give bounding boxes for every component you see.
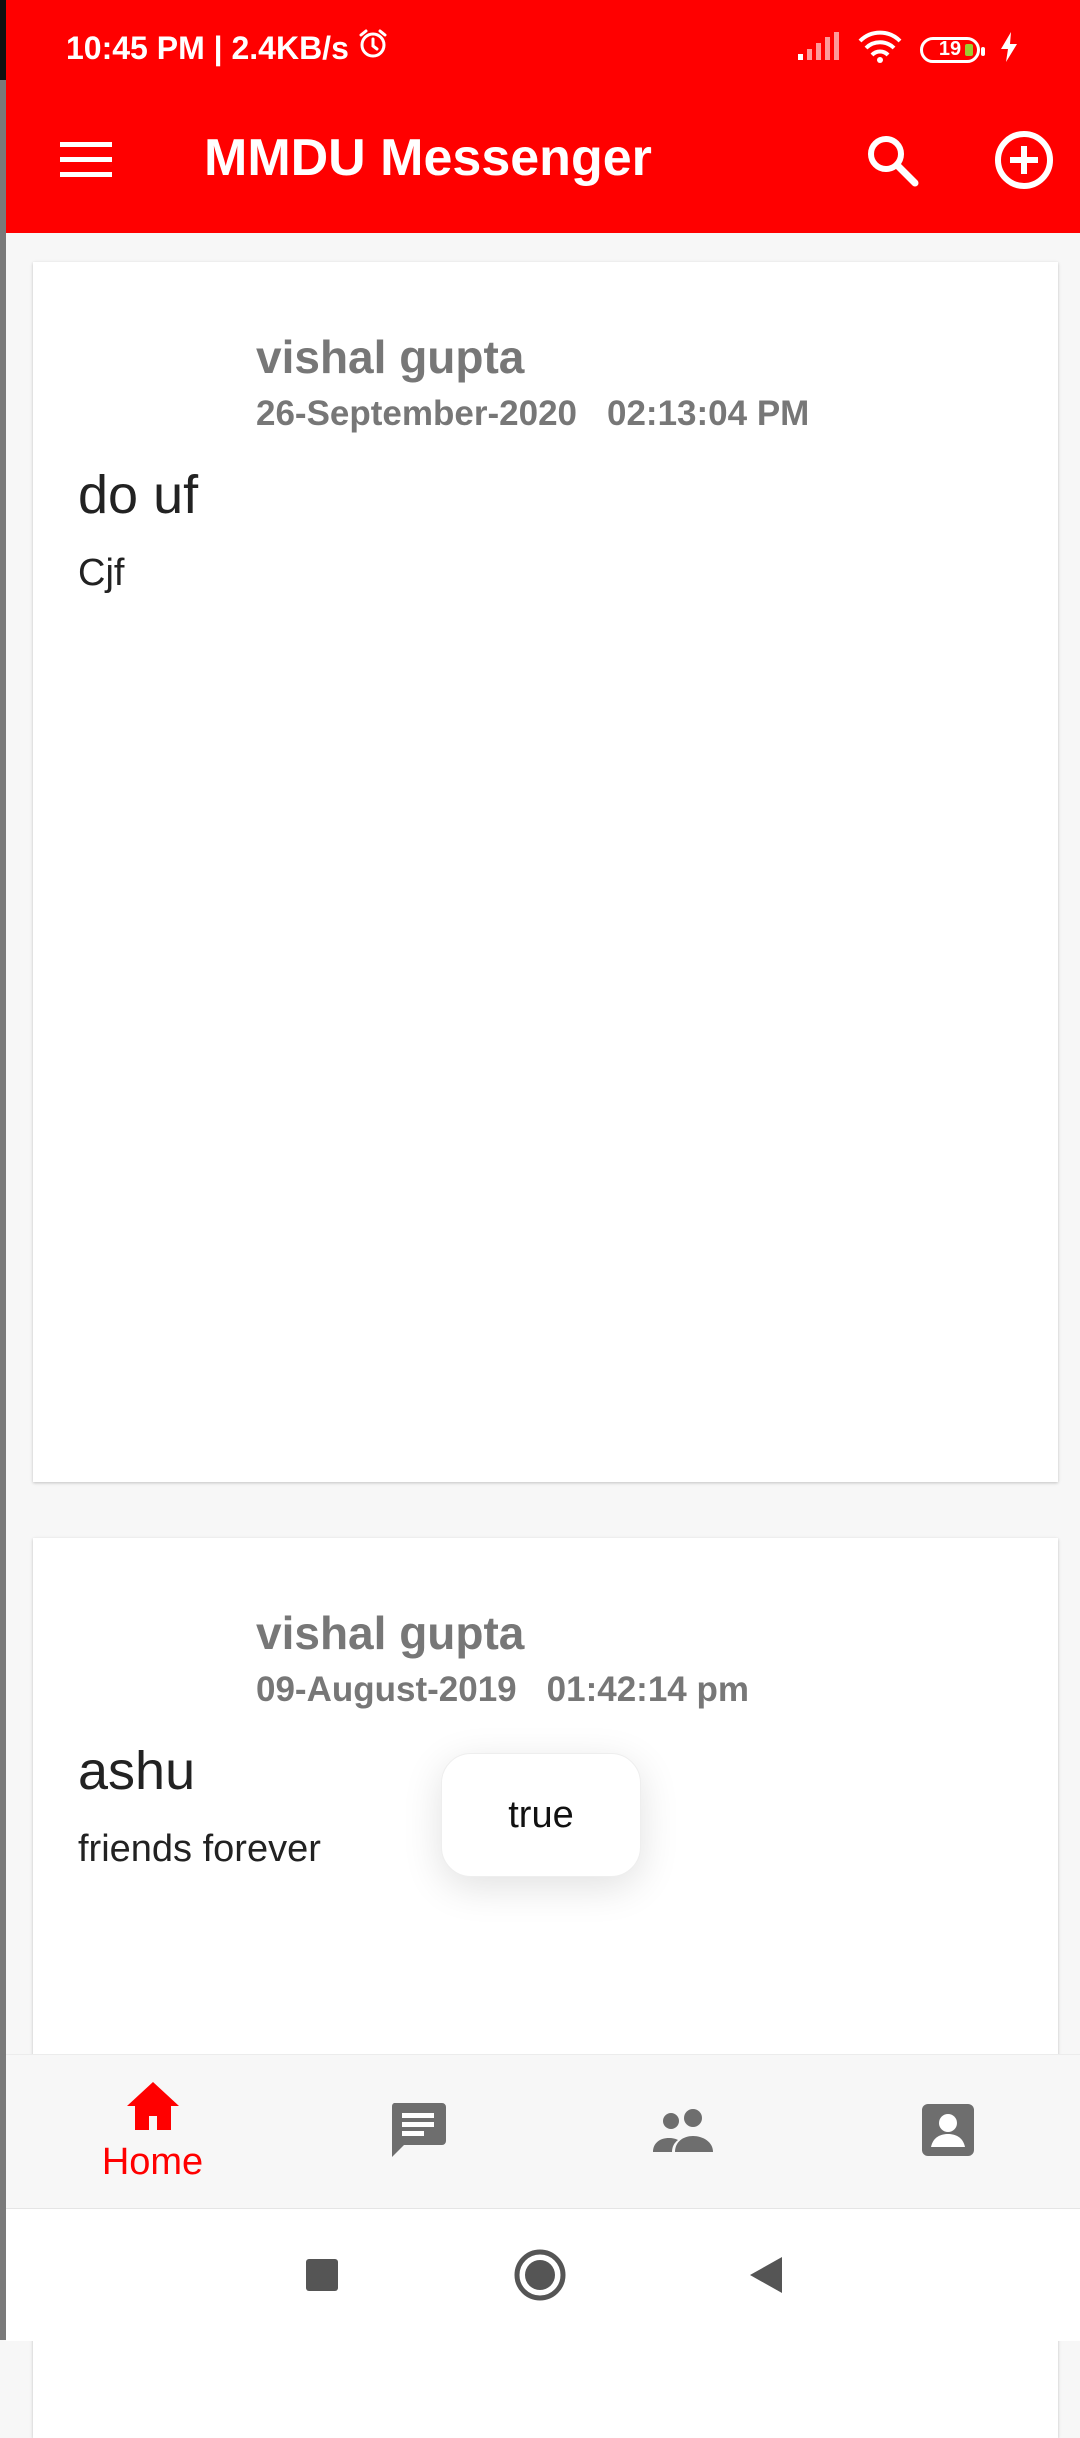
post-datetime: 26-September-2020 02:13:04 PM <box>256 394 809 434</box>
recents-icon[interactable] <box>292 2245 352 2305</box>
toast-message: true <box>441 1753 641 1877</box>
battery-indicator: 19 <box>920 36 985 63</box>
post-body: friends forever <box>78 1828 321 1870</box>
post-time: 02:13:04 PM <box>607 394 810 433</box>
menu-icon[interactable] <box>56 130 116 190</box>
post-date: 26-September-2020 <box>256 394 577 433</box>
chat-icon <box>388 2101 448 2164</box>
post-author: vishal gupta <box>256 1607 525 1659</box>
status-left: 10:45 PM | 2.4KB/s <box>66 28 389 68</box>
back-icon[interactable] <box>736 2245 796 2305</box>
post-time: 01:42:14 pm <box>546 1670 749 1709</box>
system-navigation-bar <box>6 2208 1080 2341</box>
nav-label-home: Home <box>101 2141 204 2183</box>
nav-item-chat[interactable] <box>285 2055 550 2209</box>
alarm-icon <box>357 28 389 68</box>
charging-icon <box>998 31 1020 68</box>
post-author: vishal gupta <box>256 331 525 383</box>
status-right: 19 <box>796 30 1020 69</box>
post-card[interactable]: vishal gupta 26-September-2020 02:13:04 … <box>33 262 1058 1482</box>
app-bar: MMDU Messenger <box>6 110 1080 210</box>
profile-icon <box>921 2103 975 2162</box>
nav-item-profile[interactable] <box>815 2055 1080 2209</box>
bottom-navigation: Home <box>6 2054 1080 2209</box>
signal-icon <box>796 32 840 67</box>
home-icon <box>125 2080 181 2137</box>
status-time-speed: 10:45 PM | 2.4KB/s <box>66 29 349 66</box>
post-subject: do uf <box>78 465 199 525</box>
post-date: 09-August-2019 <box>256 1670 517 1709</box>
home-system-icon[interactable] <box>510 2245 570 2305</box>
post-body: Cjf <box>78 552 125 594</box>
top-bar: 10:45 PM | 2.4KB/s 19 MMDU Messenger <box>6 0 1080 233</box>
add-circle-icon[interactable] <box>992 128 1056 192</box>
app-title: MMDU Messenger <box>204 129 652 187</box>
battery-level: 19 <box>938 38 962 60</box>
people-icon <box>651 2108 715 2157</box>
wifi-icon <box>858 30 902 69</box>
post-subject: ashu <box>78 1741 196 1801</box>
left-edge <box>0 0 6 2340</box>
nav-item-people[interactable] <box>550 2055 815 2209</box>
post-datetime: 09-August-2019 01:42:14 pm <box>256 1670 749 1710</box>
search-icon[interactable] <box>862 130 922 190</box>
nav-item-home[interactable]: Home <box>20 2055 285 2209</box>
